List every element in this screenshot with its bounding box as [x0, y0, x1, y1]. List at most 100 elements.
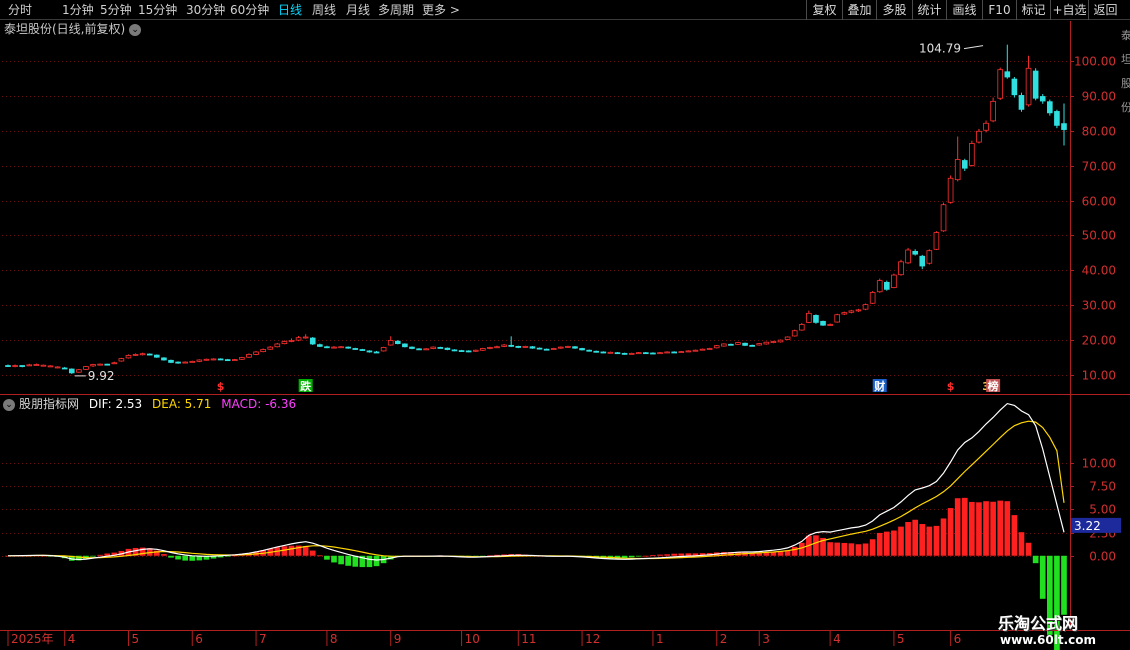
macd-bar	[373, 555, 380, 567]
candle-body	[990, 100, 996, 122]
candle-body	[125, 355, 132, 359]
candle-body	[295, 337, 302, 341]
candle-body	[331, 346, 337, 349]
price-tick-label: 90.00	[1082, 90, 1116, 104]
macd-bar	[905, 521, 911, 556]
candle-body	[976, 130, 982, 143]
macd-bar	[940, 518, 947, 556]
candle-body	[827, 324, 833, 326]
candle-body	[210, 358, 217, 361]
candle-body	[104, 363, 111, 366]
candle-body	[394, 340, 401, 345]
candle-body	[650, 352, 656, 355]
date-tick-label: 2	[720, 632, 728, 646]
candle-body	[926, 250, 933, 264]
candle-body	[969, 143, 975, 166]
candle-body	[1061, 123, 1067, 130]
macd-bar	[763, 552, 770, 556]
date-tick-label: 12	[585, 632, 600, 646]
macd-bar	[175, 555, 181, 560]
candle-body	[451, 349, 458, 352]
indicator-tick-label: 10.00	[1082, 457, 1116, 471]
date-tick-label: 9	[394, 632, 402, 646]
candle-body	[607, 351, 614, 354]
candle-body	[685, 350, 692, 353]
candle-body	[90, 364, 96, 367]
candle-body	[593, 350, 600, 353]
candle-body	[239, 357, 245, 360]
macd-bar	[338, 555, 344, 565]
macd-bar	[189, 555, 196, 561]
candle-body	[891, 274, 897, 288]
candle-body	[508, 344, 515, 347]
candle-body	[465, 350, 472, 353]
date-tick-label: 2025年	[11, 632, 54, 646]
macd-bar	[1032, 555, 1039, 564]
candle-body	[841, 312, 848, 315]
candle-body	[76, 369, 82, 373]
candle-body	[770, 341, 777, 343]
low-price-label: 9.92	[88, 369, 115, 383]
right-edge-stock-name: 泰坦股份	[1121, 29, 1130, 114]
macd-bar	[324, 555, 330, 560]
macd-bar	[969, 501, 975, 556]
macd-bar	[1004, 501, 1011, 556]
macd-bar	[678, 553, 685, 556]
price-tick-label: 70.00	[1082, 160, 1116, 174]
macd-bar	[317, 555, 323, 557]
candle-body	[862, 304, 869, 310]
candle-body	[869, 292, 876, 304]
candle-body	[678, 351, 685, 354]
date-tick-label: 4	[68, 632, 76, 646]
macd-bar	[1039, 555, 1046, 599]
price-tick-label: 40.00	[1082, 264, 1116, 278]
candle-body	[565, 346, 571, 348]
candle-body	[68, 368, 75, 374]
candle-body	[281, 341, 288, 345]
indicator-tick-label: 0.00	[1089, 550, 1116, 564]
indicator-tick-label: 5.00	[1089, 503, 1116, 517]
candle-body	[905, 249, 911, 264]
candle-body	[1054, 111, 1060, 126]
candle-body	[997, 69, 1004, 99]
price-tick-label: 50.00	[1082, 229, 1116, 243]
macd-bar	[685, 553, 692, 556]
event-marker-label: 财	[873, 379, 885, 393]
macd-bar	[643, 555, 649, 557]
macd-bar	[1025, 542, 1032, 556]
candle-body	[402, 343, 408, 348]
macd-bar	[883, 531, 890, 556]
macd-bar	[848, 543, 855, 556]
candle-body	[522, 346, 529, 348]
macd-bar	[862, 543, 869, 556]
macd-bar	[281, 546, 288, 556]
candle-body	[409, 346, 415, 349]
candle-body	[40, 364, 47, 367]
date-tick-label: 6	[195, 632, 203, 646]
candle-body	[366, 350, 373, 353]
date-tick-label: 7	[259, 632, 267, 646]
date-tick-label: 6	[954, 632, 962, 646]
candle-body	[813, 315, 819, 323]
date-tick-label: 4	[833, 632, 841, 646]
macd-bar	[933, 525, 940, 556]
candle-body	[132, 354, 139, 356]
candle-body	[543, 348, 550, 351]
date-tick-label: 10	[465, 632, 480, 646]
macd-bar	[791, 546, 798, 556]
candle-body	[480, 348, 486, 351]
macd-bar	[876, 532, 883, 556]
price-tick-label: 20.00	[1082, 334, 1116, 348]
candle-body	[472, 349, 479, 352]
macd-bar	[770, 552, 777, 556]
candle-body	[161, 357, 167, 361]
candle-body	[61, 367, 68, 370]
candle-body	[253, 351, 259, 355]
candle-body	[1025, 67, 1032, 106]
candle-body	[671, 351, 678, 354]
candle-body	[246, 354, 252, 358]
watermark-title: 乐淘公式网	[998, 614, 1079, 633]
chart-canvas[interactable]: 10.0020.0030.0040.0050.0060.0070.0080.00…	[0, 0, 1130, 650]
candle-body	[947, 177, 954, 203]
candle-body	[111, 362, 118, 365]
